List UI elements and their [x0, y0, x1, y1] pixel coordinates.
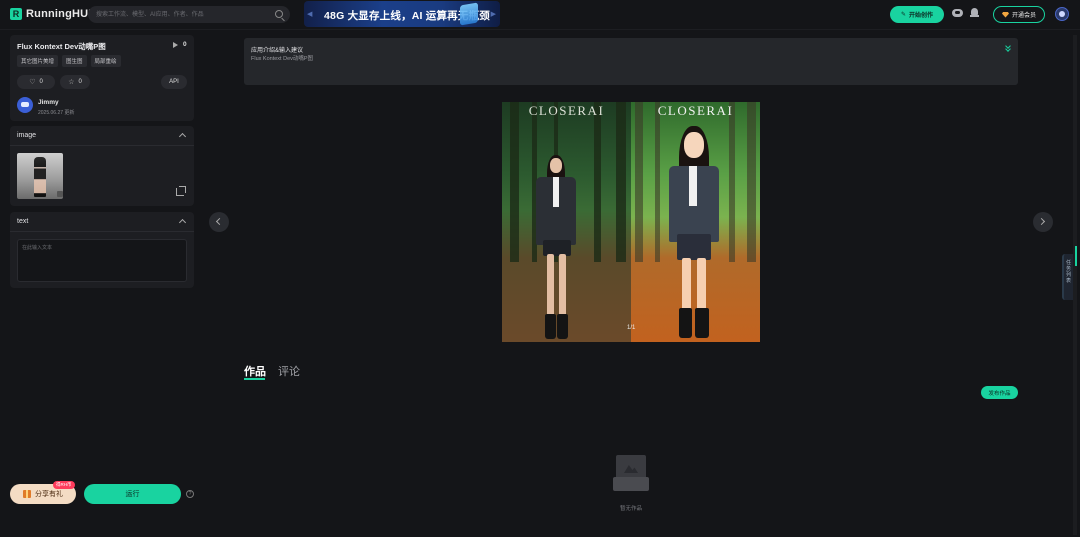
workflow-info-card: Flux Kontext Dev动嘴P图 0 其它图片美增 图生图 局部重绘 ♡…	[10, 35, 194, 121]
tab-comments[interactable]: 评论	[278, 363, 300, 379]
top-header: R RunningHUB ◀ 48G 大显存上线，AI 运算再无瓶颈 ▶ ✎ 开…	[0, 0, 1080, 30]
brand-watermark: CLOSERAI	[657, 103, 734, 118]
scrollbar-track[interactable]	[1073, 35, 1077, 535]
banner-next-icon[interactable]: ▶	[491, 10, 496, 18]
search-icon[interactable]	[275, 10, 283, 18]
help-icon[interactable]: ?	[186, 490, 194, 498]
scrollbar-thumb[interactable]	[1075, 246, 1077, 266]
search-input[interactable]	[96, 6, 266, 23]
share-badge: 得RH币	[53, 481, 75, 489]
promo-banner[interactable]: ◀ 48G 大显存上线，AI 运算再无瓶颈 ▶	[304, 1, 500, 27]
membership-label: 开通会员	[1011, 13, 1036, 19]
search-bar[interactable]	[88, 6, 290, 23]
run-button[interactable]: 运行	[84, 484, 181, 504]
image-input-card: image	[10, 126, 194, 206]
chevron-up-icon[interactable]	[178, 132, 187, 141]
image-card-header[interactable]: image	[10, 126, 194, 146]
preview-original-half: CLOSERAI	[502, 102, 631, 342]
diamond-icon	[1001, 11, 1009, 18]
author-name[interactable]: Jimmy	[38, 99, 59, 106]
empty-box-icon	[613, 455, 649, 491]
image-thumbnail[interactable]	[17, 153, 63, 199]
workflow-title: Flux Kontext Dev动嘴P图	[17, 42, 106, 51]
intro-title: 应用介绍&输入建议	[251, 48, 304, 54]
share-label: 分享有礼	[35, 491, 63, 498]
crop-icon[interactable]	[176, 186, 186, 196]
create-pen-icon: ✎	[900, 12, 906, 18]
api-label: API	[169, 79, 179, 85]
heart-icon: ♡	[29, 79, 36, 86]
text-card-label: text	[17, 218, 29, 225]
chevron-right-icon	[1037, 217, 1046, 226]
gift-icon	[23, 490, 31, 498]
star-icon: ☆	[68, 79, 75, 86]
author-avatar[interactable]	[17, 97, 33, 113]
tag-list: 其它图片美增 图生图 局部重绘	[17, 55, 121, 67]
like-button[interactable]: ♡ 0	[17, 75, 55, 89]
game-controller-icon[interactable]	[952, 9, 963, 17]
banner-prev-icon[interactable]: ◀	[307, 10, 312, 18]
tag-item[interactable]: 局部重绘	[90, 55, 121, 67]
favorite-button[interactable]: ☆ 0	[60, 75, 90, 89]
text-input[interactable]	[17, 239, 187, 282]
preview-anime-half: CLOSERAI	[631, 102, 760, 342]
tag-item[interactable]: 其它图片美增	[17, 55, 59, 67]
expand-chevron-icon[interactable]	[1005, 44, 1011, 52]
play-icon	[173, 42, 178, 48]
logo[interactable]: R RunningHUB	[10, 8, 96, 20]
text-card-header[interactable]: text	[10, 212, 194, 232]
result-preview-image[interactable]: CLOSERAI CLOSERAI	[502, 102, 760, 342]
start-create-button[interactable]: ✎ 开始创作	[890, 6, 944, 23]
empty-state-text: 暂无作品	[619, 506, 642, 512]
user-avatar[interactable]	[1055, 7, 1069, 21]
logo-mark-icon: R	[10, 8, 22, 20]
publish-work-button[interactable]: 发布作品	[981, 386, 1018, 399]
image-replace-icon[interactable]	[57, 191, 63, 197]
image-card-label: image	[17, 132, 37, 139]
bell-icon[interactable]	[970, 8, 979, 18]
app-intro-panel: 应用介绍&输入建议 Flux Kontext Dev动嘴P图	[244, 38, 1018, 85]
api-button[interactable]: API	[161, 75, 187, 89]
intro-description: Flux Kontext Dev动嘴P图	[251, 56, 314, 62]
tag-item[interactable]: 图生图	[62, 55, 87, 67]
like-count: 0	[39, 79, 43, 85]
carousel-prev-button[interactable]	[209, 212, 229, 232]
gpu-chip-icon	[460, 2, 478, 26]
tab-works[interactable]: 作品	[244, 363, 266, 379]
thumbnail-figure	[34, 157, 46, 197]
text-input-card: text	[10, 212, 194, 288]
chevron-up-icon[interactable]	[178, 218, 187, 227]
updated-date: 2025.06.27 更新	[38, 110, 75, 116]
image-counter: 1/1	[627, 325, 636, 331]
carousel-next-button[interactable]	[1033, 212, 1053, 232]
favorite-count: 0	[78, 79, 82, 85]
logo-text: RunningHUB	[26, 8, 97, 20]
brand-watermark: CLOSERAI	[528, 103, 605, 118]
membership-button[interactable]: 开通会员	[993, 6, 1045, 23]
play-count: 0	[183, 41, 187, 48]
chevron-left-icon	[215, 217, 224, 226]
active-tab-indicator	[244, 378, 265, 380]
start-create-label: 开始创作	[909, 13, 934, 19]
